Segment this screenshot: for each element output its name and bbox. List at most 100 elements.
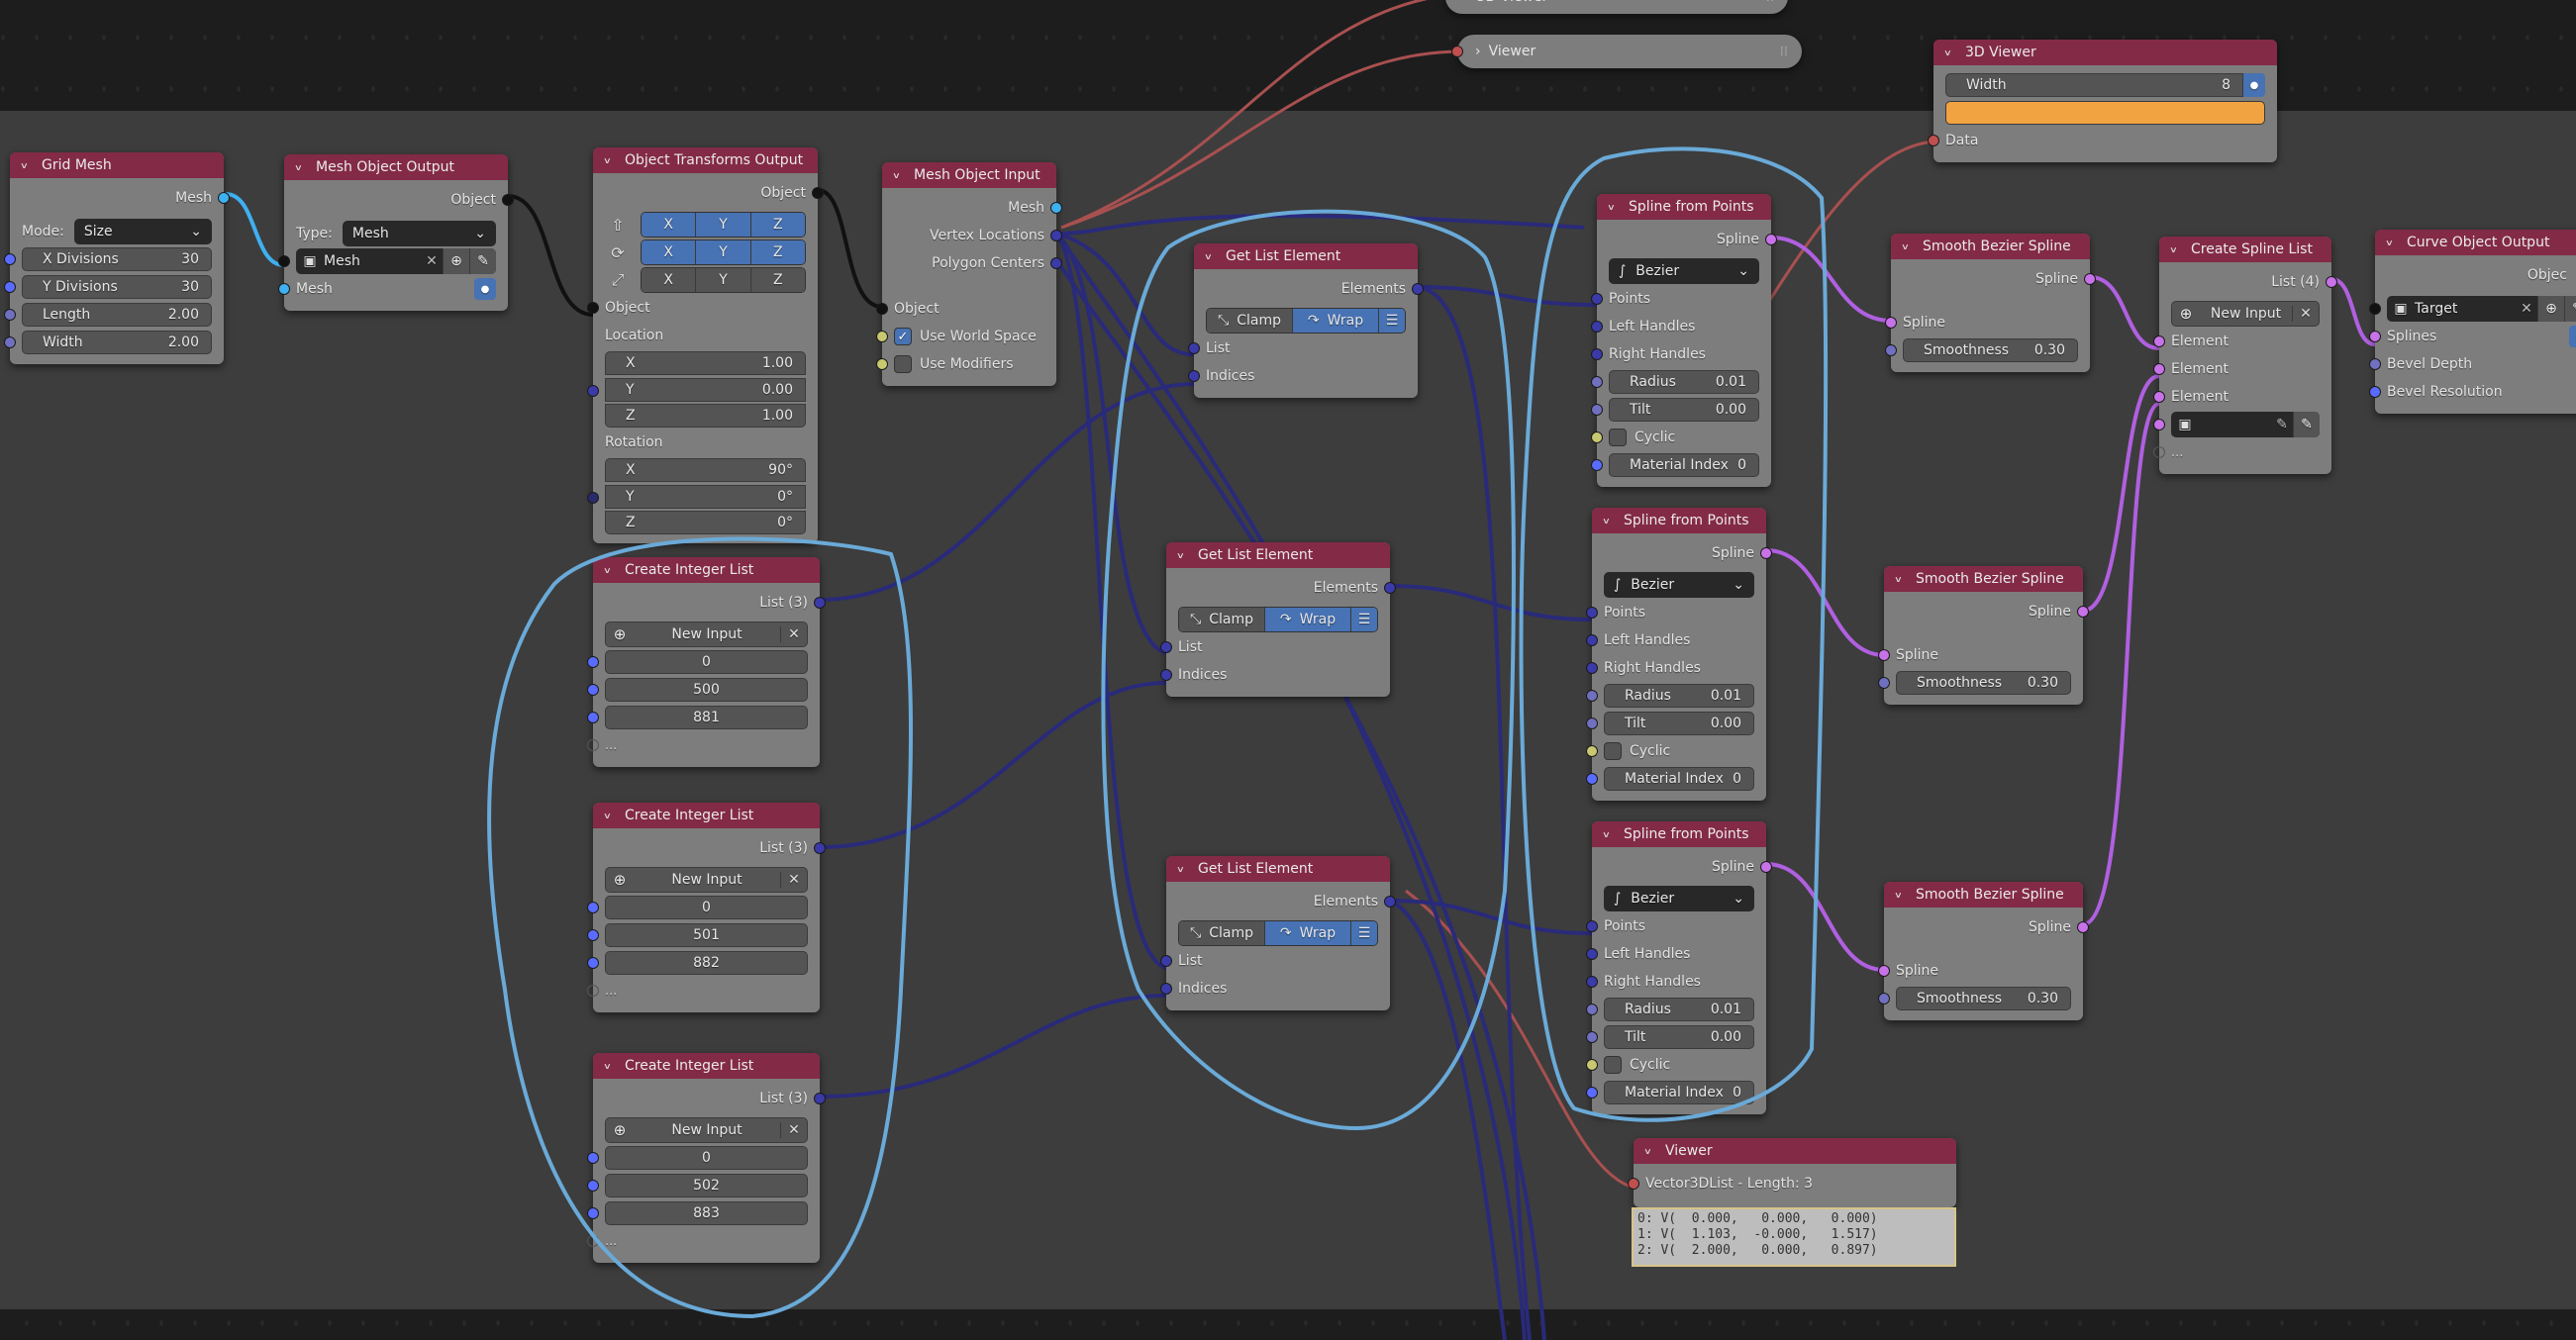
node-header[interactable]: ∨ Viewer [1634,1138,1956,1164]
input-socket[interactable] [2369,386,2381,398]
wrap-button[interactable]: ↷ Wrap [1265,921,1351,945]
node-header[interactable]: ∨ Smooth Bezier Spline [1884,882,2083,908]
node-create-integer-list[interactable]: ∨ Create Integer List List (3) ⊕ New Input… [587,1053,826,1263]
toggle-x[interactable]: X [642,213,697,237]
scale-axis-toggles[interactable]: XYZ [641,267,806,293]
output-socket[interactable] [814,597,826,609]
input-socket[interactable] [587,656,599,668]
node-grid-mesh[interactable]: ∨ Grid Mesh Mesh Mode: Size ⌄ X Divisions 30… [4,152,230,364]
rotation-x-field[interactable]: X 90° [605,458,806,482]
collapse-chevron-icon[interactable]: ∨ [1176,864,1192,874]
node-smooth-bezier-spline[interactable]: ∨ Smooth Bezier Spline Spline Spline Smoo… [1878,566,2089,705]
node-header[interactable]: ∨ Spline from Points [1592,821,1766,847]
node-header[interactable]: ∨ Smooth Bezier Spline [1884,566,2083,592]
input-socket[interactable] [1160,641,1172,653]
input-socket[interactable] [2153,419,2165,431]
output-socket[interactable] [814,842,826,854]
output-socket[interactable] [2084,273,2096,285]
collapse-chevron-icon[interactable]: ∨ [2169,244,2185,254]
input-socket[interactable] [4,309,16,321]
input-socket[interactable] [1628,1178,1639,1190]
tilt-field[interactable]: Tilt 0.00 [1604,1025,1754,1049]
input-socket[interactable] [1160,983,1172,995]
collapse-chevron-icon[interactable]: ∨ [1176,550,1192,560]
output-socket[interactable] [1050,202,1062,214]
collapse-chevron-icon[interactable]: ∨ [1894,890,1910,900]
node-header[interactable]: ∨ Spline from Points [1592,508,1766,533]
input-socket[interactable] [4,336,16,348]
rotation-axis-toggles[interactable]: XYZ [641,239,806,265]
input-socket[interactable] [1160,669,1172,681]
collapsed-node-3d-viewer[interactable]: › 3D Viewer ⁞⁞ [1445,0,1788,14]
input-socket[interactable] [1586,607,1598,619]
input-socket[interactable] [1451,46,1463,57]
node-smooth-bezier-spline[interactable]: ∨ Smooth Bezier Spline Spline Spline Smoo… [1885,234,2096,372]
input-socket[interactable] [1591,431,1603,443]
node-object-transforms-output[interactable]: ∨ Object Transforms Output Object ⇧ X Y Z ⟳ X… [587,147,824,543]
tilt-field[interactable]: Tilt 0.00 [1609,398,1759,422]
input-socket[interactable] [587,929,599,941]
collapsed-node-viewer[interactable]: › Viewer ⁞⁞ [1451,35,1802,68]
input-socket[interactable] [1586,948,1598,960]
node-header[interactable]: ∨ Spline from Points [1597,194,1771,220]
new-input-button[interactable]: ⊕ New Input ✕ [2171,301,2320,327]
node-create-integer-list[interactable]: ∨ Create Integer List List (3) ⊕ New Input… [587,557,826,767]
output-socket[interactable] [2326,276,2337,288]
node-header[interactable]: ∨ Mesh Object Input [882,162,1056,188]
node-get-list-element[interactable]: ∨ Get List Element Elements ⤡ Clamp ↷ Wrap ☰ … [1160,856,1396,1010]
use-modifiers-checkbox[interactable] [894,355,912,373]
remove-icon[interactable]: ✕ [780,1122,807,1138]
location-y-field[interactable]: Y 0.00 [605,377,806,402]
radius-field[interactable]: Radius 0.01 [1604,998,1754,1021]
input-socket[interactable] [1586,773,1598,785]
input-socket[interactable] [1591,459,1603,471]
node-curve-object-output[interactable]: ∨ Curve Object Output Objec ▣ Target ✕⊕✎ Sp… [2369,230,2576,414]
input-socket[interactable] [587,684,599,696]
input-socket[interactable] [1591,348,1603,360]
input-socket[interactable] [587,492,599,504]
input-socket[interactable] [1586,920,1598,932]
y-divisions-field[interactable]: Y Divisions 30 [22,275,212,299]
wrap-button[interactable]: ↷ Wrap [1265,608,1351,631]
wrap-button[interactable]: ↷ Wrap [1293,309,1379,333]
location-z-field[interactable]: Z 1.00 [605,403,806,428]
mode-dropdown[interactable]: Size ⌄ [73,219,212,244]
spline-picker[interactable]: ▣ ✎ ✎ [2171,412,2320,437]
width-field[interactable]: Width 8 [1945,73,2243,97]
width-field[interactable]: Width 2.00 [22,331,212,354]
output-socket[interactable] [2077,606,2089,618]
add-icon[interactable]: ⊕ [443,248,469,274]
eyedropper-icon[interactable]: ✎ [2293,412,2320,437]
collapse-chevron-icon[interactable]: ∨ [603,811,619,820]
node-create-integer-list[interactable]: ∨ Create Integer List List (3) ⊕ New Input… [587,803,826,1012]
input-socket[interactable] [1928,135,1939,146]
radius-field[interactable]: Radius 0.01 [1609,370,1759,394]
smoothness-field[interactable]: Smoothness 0.30 [1896,671,2071,695]
collapse-chevron-icon[interactable]: ∨ [603,1061,619,1071]
input-socket[interactable] [587,1207,599,1219]
input-socket[interactable] [1586,718,1598,729]
integer-field[interactable]: 501 [605,923,808,947]
grip-icon[interactable]: ⁞⁞ [1780,45,1788,59]
input-socket[interactable] [1586,1087,1598,1099]
node-header[interactable]: ∨ Curve Object Output [2375,230,2576,255]
output-socket[interactable] [218,192,230,204]
input-socket[interactable] [1586,1004,1598,1015]
location-axis-toggles[interactable]: XYZ [641,212,806,238]
input-socket[interactable] [587,385,599,397]
radius-field[interactable]: Radius 0.01 [1604,684,1754,708]
input-socket[interactable] [1586,634,1598,646]
toggle-x[interactable]: X [642,268,697,292]
material-index-field[interactable]: Material Index 0 [1604,767,1754,791]
eyedropper-icon[interactable]: ✎ [2564,296,2576,322]
input-socket[interactable] [1591,293,1603,305]
node-header[interactable]: ∨ Create Integer List [593,803,820,828]
list-numbered-icon[interactable]: ☰ [1379,309,1405,333]
cyclic-checkbox[interactable] [1609,429,1627,446]
input-socket[interactable] [278,283,290,295]
node-header[interactable]: ∨ Object Transforms Output [593,147,818,173]
output-socket[interactable] [502,194,514,206]
smoothness-field[interactable]: Smoothness 0.30 [1896,987,2071,1010]
input-socket[interactable] [4,281,16,293]
expand-chevron-icon[interactable]: › [1475,44,1481,59]
